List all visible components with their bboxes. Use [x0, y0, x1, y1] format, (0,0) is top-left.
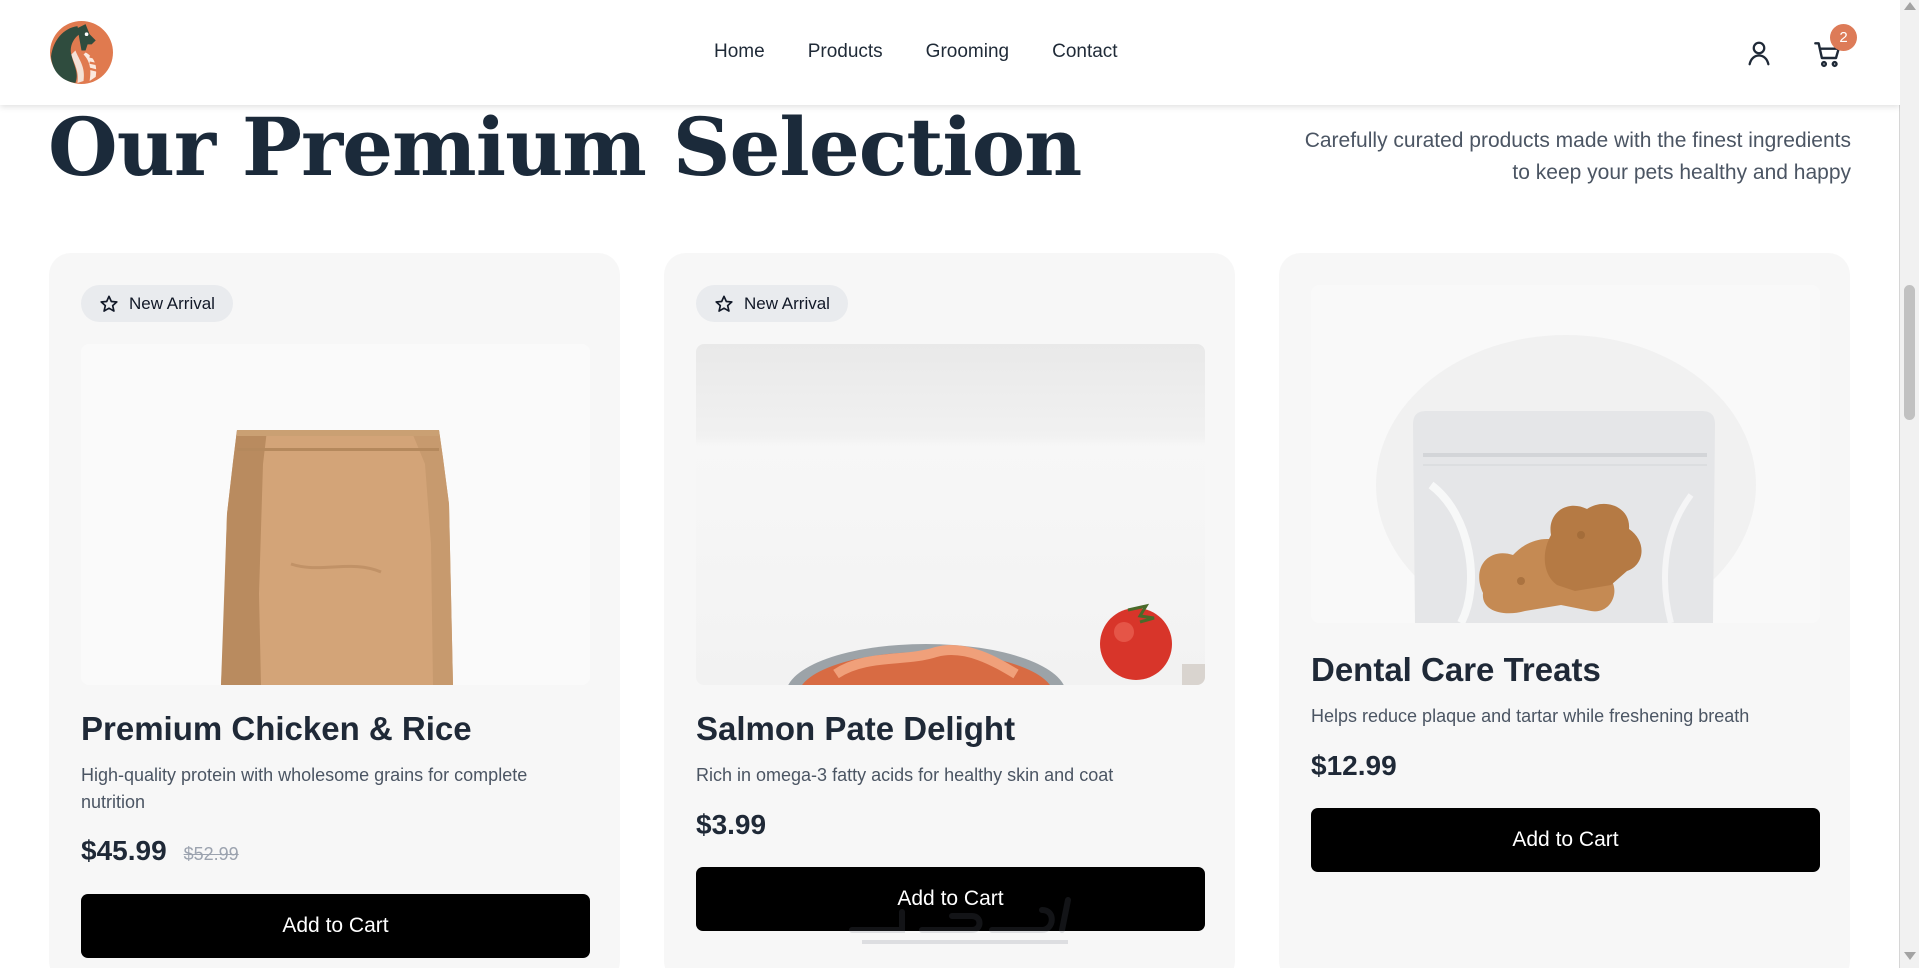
scroll-down-arrow-icon[interactable] — [1904, 952, 1916, 960]
product-title[interactable]: Dental Care Treats — [1311, 651, 1601, 689]
product-price: $45.99 — [81, 835, 167, 866]
section-title: Our Premium Selection — [48, 100, 1082, 194]
price-row: $12.99 — [1311, 750, 1397, 782]
original-price: $52.99 — [183, 844, 239, 864]
nav-products[interactable]: Products — [808, 41, 883, 63]
product-description: Rich in omega-3 fatty acids for healthy … — [696, 765, 1114, 785]
price-row: $45.99 $52.99 — [81, 835, 239, 867]
product-image[interactable] — [1311, 285, 1820, 623]
product-image[interactable] — [696, 344, 1205, 685]
user-icon[interactable] — [1744, 38, 1774, 68]
product-title[interactable]: Premium Chicken & Rice — [81, 710, 472, 748]
product-card: Dental Care Treats Helps reduce plaque a… — [1279, 253, 1850, 968]
new-arrival-badge: New Arrival — [81, 285, 233, 322]
nav-home[interactable]: Home — [714, 41, 765, 63]
star-icon — [100, 295, 118, 312]
product-card: New Arrival Premium Chicken & Rice High-… — [49, 253, 620, 968]
product-description: Helps reduce plaque and tartar while fre… — [1311, 706, 1750, 726]
watermark-logo — [849, 897, 1071, 944]
bone-treats-in-clear-pouch — [1311, 285, 1820, 623]
add-to-cart-button[interactable]: Add to Cart — [81, 894, 590, 958]
page: Home Products Grooming Contact 2 Our Pre… — [0, 0, 1900, 968]
product-title[interactable]: Salmon Pate Delight — [696, 710, 1015, 748]
scroll-up-arrow-icon[interactable] — [1904, 2, 1916, 10]
badge-label: New Arrival — [744, 293, 830, 313]
main-nav: Home Products Grooming Contact — [714, 41, 1118, 63]
product-card: New Arrival Salmon Pate Delight Rich in … — [664, 253, 1235, 968]
star-icon — [715, 295, 733, 312]
price-row: $3.99 — [696, 809, 766, 841]
dog-logo[interactable] — [49, 20, 114, 85]
nav-grooming[interactable]: Grooming — [926, 41, 1009, 63]
badge-label: New Arrival — [129, 293, 215, 313]
cart-count-badge: 2 — [1830, 24, 1857, 51]
vertical-scrollbar[interactable] — [1900, 0, 1919, 968]
product-image[interactable] — [81, 344, 590, 685]
section-subtitle: Carefully curated products made with the… — [1304, 129, 1851, 184]
scrollbar-thumb[interactable] — [1904, 285, 1915, 420]
bowl-of-salmon-with-tomato — [696, 344, 1205, 685]
product-price: $3.99 — [696, 809, 767, 840]
product-price: $12.99 — [1311, 750, 1397, 781]
site-header: Home Products Grooming Contact 2 — [0, 0, 1900, 105]
new-arrival-badge: New Arrival — [696, 285, 848, 322]
nav-contact[interactable]: Contact — [1052, 41, 1117, 63]
product-description: High-quality protein with wholesome grai… — [81, 765, 528, 812]
add-to-cart-button[interactable]: Add to Cart — [1311, 808, 1820, 872]
kraft-paper-food-bag — [81, 344, 590, 685]
